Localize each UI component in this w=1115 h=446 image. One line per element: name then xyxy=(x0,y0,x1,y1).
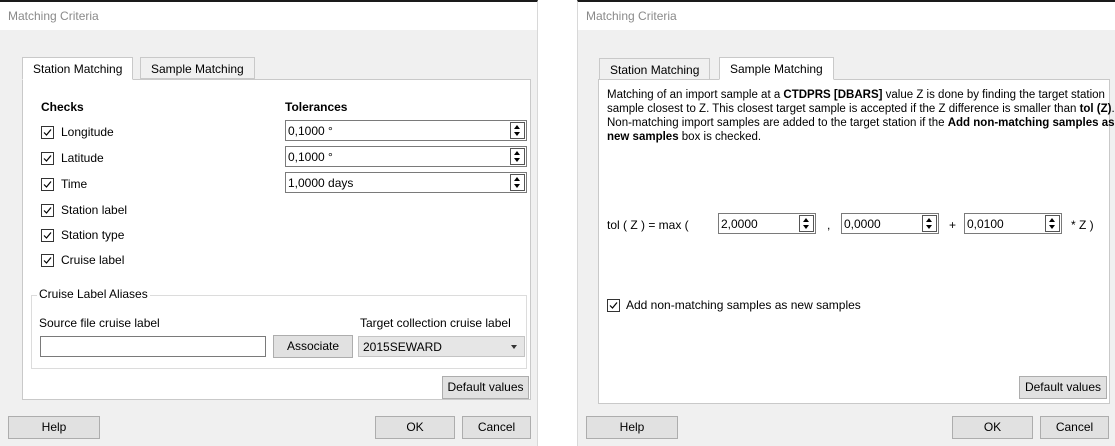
associate-button[interactable]: Associate xyxy=(273,335,353,358)
tolerance-offset-spinbox[interactable] xyxy=(841,213,939,234)
checkmark-icon xyxy=(43,232,52,239)
checkmark-icon xyxy=(43,155,52,162)
spin-arrows-icon[interactable] xyxy=(922,215,937,232)
longitude-tolerance-input[interactable] xyxy=(288,123,506,138)
longitude-label: Longitude xyxy=(61,125,114,139)
spin-arrows-icon[interactable] xyxy=(799,215,814,232)
dialog-title: Matching Criteria xyxy=(8,9,99,23)
tolerance-min-spinbox[interactable] xyxy=(718,213,816,234)
target-cruise-label-select[interactable]: 2015SEWARD xyxy=(358,336,525,357)
ok-button[interactable]: OK xyxy=(952,416,1033,439)
latitude-label: Latitude xyxy=(61,151,104,165)
tolerance-factor-spinbox[interactable] xyxy=(964,213,1062,234)
cruise-label-checkbox[interactable] xyxy=(41,254,54,267)
matching-criteria-dialog-sample: Matching Criteria Station Matching Sampl… xyxy=(577,0,1115,446)
cruise-label-label: Cruise label xyxy=(61,253,125,267)
checkmark-icon xyxy=(609,302,618,309)
help-button[interactable]: Help xyxy=(8,416,100,439)
checkmark-icon xyxy=(43,181,52,188)
matching-criteria-dialog-station: Matching Criteria Station Matching Sampl… xyxy=(0,0,538,446)
spin-arrows-icon[interactable] xyxy=(510,174,525,191)
station-label-checkbox[interactable] xyxy=(41,204,54,217)
station-type-label: Station type xyxy=(61,228,125,242)
chevron-down-icon xyxy=(511,345,517,349)
time-checkbox[interactable] xyxy=(41,178,54,191)
tab-station-matching[interactable]: Station Matching xyxy=(22,57,134,80)
station-type-checkbox[interactable] xyxy=(41,229,54,242)
longitude-tolerance-spinbox[interactable] xyxy=(285,120,527,141)
add-nonmatching-checkbox[interactable] xyxy=(607,299,620,312)
formula-separator-plus: + xyxy=(949,218,957,232)
time-tolerance-spinbox[interactable] xyxy=(285,172,527,193)
formula-separator-comma: , xyxy=(827,218,831,232)
time-label: Time xyxy=(61,177,88,191)
sample-matching-description: Matching of an import sample at a CTDPRS… xyxy=(607,89,1115,143)
ok-button[interactable]: OK xyxy=(375,416,455,439)
spin-arrows-icon[interactable] xyxy=(510,148,525,165)
target-cruise-label-value: 2015SEWARD xyxy=(363,340,442,354)
dialog-title: Matching Criteria xyxy=(586,9,677,23)
title-bar: Matching Criteria xyxy=(578,2,1115,30)
checks-header: Checks xyxy=(41,100,84,114)
default-values-button[interactable]: Default values xyxy=(1019,376,1107,399)
latitude-tolerance-spinbox[interactable] xyxy=(285,146,527,167)
cancel-button[interactable]: Cancel xyxy=(1040,416,1109,439)
source-file-cruise-label: Source file cruise label xyxy=(39,316,160,330)
default-values-button[interactable]: Default values xyxy=(442,376,529,399)
checkmark-icon xyxy=(43,129,52,136)
latitude-checkbox[interactable] xyxy=(41,152,54,165)
station-matching-panel: Checks Tolerances Longitude Latitude Tim… xyxy=(22,79,531,400)
help-button[interactable]: Help xyxy=(586,416,678,439)
tolerance-factor-input[interactable] xyxy=(967,216,1041,231)
checkmark-icon xyxy=(43,257,52,264)
tab-station-matching[interactable]: Station Matching xyxy=(599,58,711,80)
formula-prefix: tol ( Z ) = max ( xyxy=(607,218,689,232)
spin-arrows-icon[interactable] xyxy=(1045,215,1060,232)
target-collection-cruise-label: Target collection cruise label xyxy=(360,316,511,330)
add-nonmatching-label: Add non-matching samples as new samples xyxy=(626,298,861,312)
tolerance-min-input[interactable] xyxy=(721,216,795,231)
tab-sample-matching[interactable]: Sample Matching xyxy=(140,57,255,79)
checkmark-icon xyxy=(43,207,52,214)
station-label-label: Station label xyxy=(61,203,128,217)
tolerances-header: Tolerances xyxy=(285,100,348,114)
latitude-tolerance-input[interactable] xyxy=(288,149,506,164)
cancel-button[interactable]: Cancel xyxy=(462,416,531,439)
formula-suffix: * Z ) xyxy=(1071,218,1094,232)
tab-sample-matching[interactable]: Sample Matching xyxy=(719,57,834,80)
title-bar: Matching Criteria xyxy=(0,2,537,30)
tolerance-offset-input[interactable] xyxy=(844,216,918,231)
spin-arrows-icon[interactable] xyxy=(510,122,525,139)
source-cruise-label-input[interactable] xyxy=(40,336,266,357)
time-tolerance-input[interactable] xyxy=(288,175,506,190)
cruise-label-aliases-title: Cruise Label Aliases xyxy=(37,287,150,301)
longitude-checkbox[interactable] xyxy=(41,126,54,139)
